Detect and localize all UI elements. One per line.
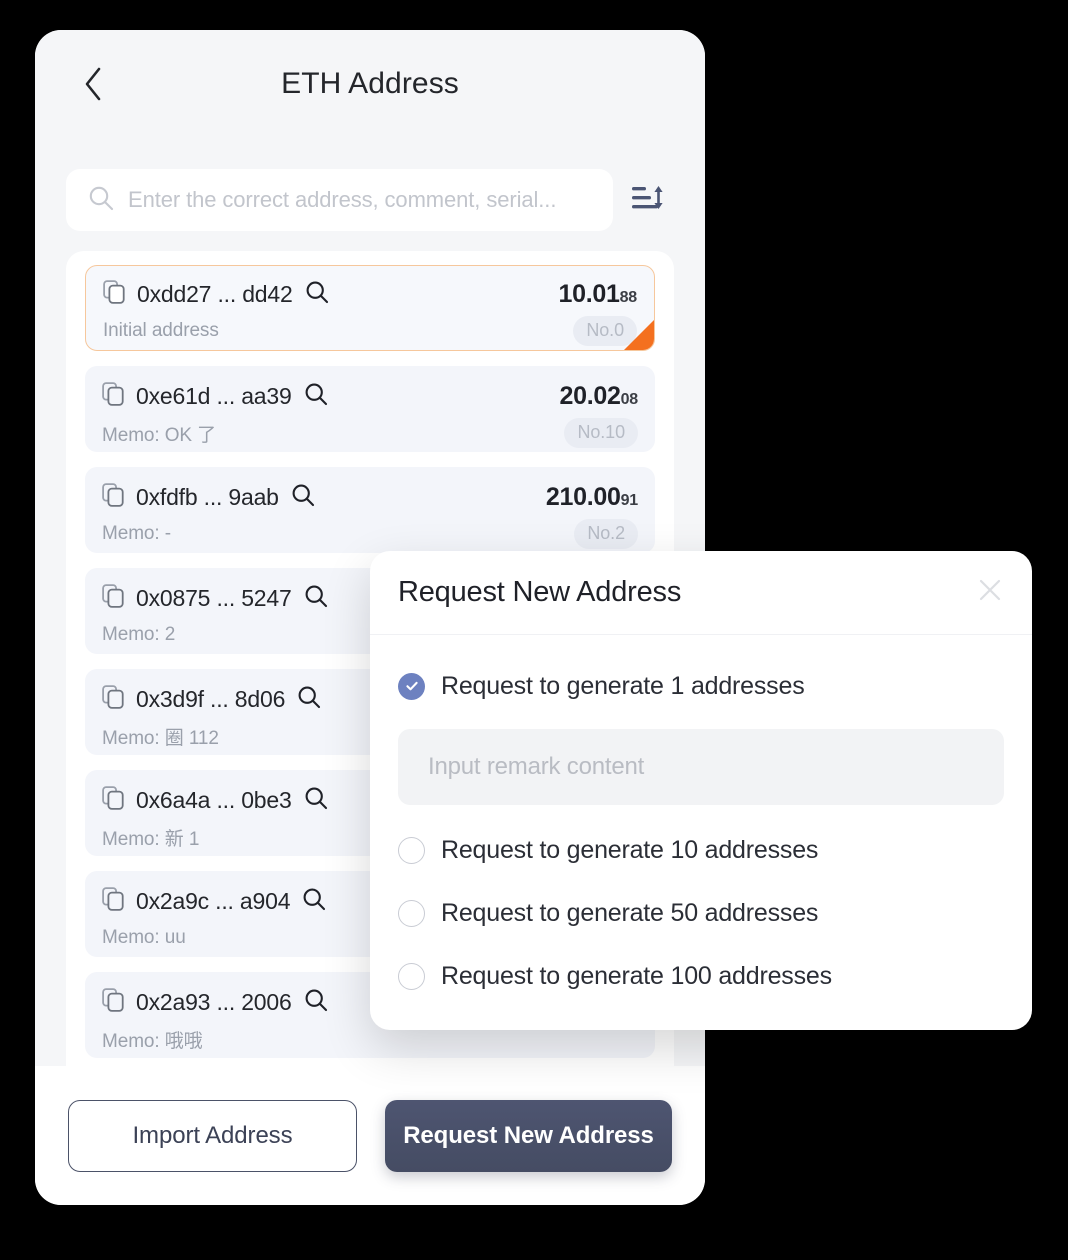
search-icon [88,185,114,216]
address-row-bottom: Initial address No.0 [103,316,637,347]
amount-main: 10.01 [558,279,620,308]
copy-icon[interactable] [102,785,124,815]
memo-text: Memo: 2 [102,624,176,645]
request-new-address-modal: Request New Address Request to generate … [370,551,1032,1030]
copy-icon[interactable] [102,987,124,1017]
app-header: ETH Address [35,30,705,138]
serial-badge: No.10 [564,418,638,448]
option-generate-10[interactable]: Request to generate 10 addresses [398,829,1004,871]
address-text: 0x3d9f ... 8d06 [136,685,286,712]
screenshot-root: ETH Address Enter the correct address, c… [0,0,1068,1260]
import-address-button[interactable]: Import Address [68,1099,357,1172]
amount-main: 210.00 [545,482,621,511]
sort-button[interactable] [623,175,673,225]
search-row [35,169,705,231]
amount-fraction: 91 [620,491,639,509]
modal-title: Request New Address [398,576,682,608]
address-text: 0xdd27 ... dd42 [137,280,293,307]
copy-icon[interactable] [102,684,124,714]
active-corner-flag [622,318,654,350]
address-row[interactable]: 0xe61d ... aa39 20.0208 Memo: OK 了 No.10 [85,366,655,452]
copy-icon[interactable] [102,886,124,916]
search-detail-icon[interactable] [305,280,329,309]
address-text: 0xfdfb ... 9aab [136,483,279,510]
option-generate-1[interactable]: Request to generate 1 addresses [398,665,1004,707]
address-row-top: 0xfdfb ... 9aab 210.0091 [102,480,638,514]
radio-unchecked-icon [398,836,425,864]
search-box[interactable] [66,169,613,231]
radio-checked-icon [398,672,425,700]
sort-icon [631,182,665,219]
amount-main: 20.02 [559,381,621,410]
modal-body: Request to generate 1 addresses Request … [370,635,1032,997]
option-label: Request to generate 10 addresses [441,835,819,864]
memo-text: Memo: 新 1 [102,828,200,850]
address-text: 0x2a93 ... 2006 [136,988,292,1015]
memo-text: Memo: 哦哦 [102,1030,203,1052]
address-row-top: 0xe61d ... aa39 20.0208 [102,379,638,413]
copy-icon[interactable] [103,280,125,309]
modal-header: Request New Address [370,551,1032,635]
close-button[interactable] [970,573,1010,613]
remark-input[interactable] [398,729,1004,805]
search-detail-icon[interactable] [297,685,321,714]
amount-fraction: 08 [620,390,639,408]
amount: 10.0188 [558,279,638,309]
copy-icon[interactable] [102,482,124,512]
amount: 210.0091 [546,483,638,512]
address-row-top: 0xdd27 ... dd42 10.0188 [103,277,637,311]
option-label: Request to generate 1 addresses [441,671,805,700]
memo-text: Memo: uu [102,927,186,948]
address-text: 0x6a4a ... 0be3 [136,786,292,813]
option-generate-50[interactable]: Request to generate 50 addresses [398,892,1004,934]
address-text: 0x2a9c ... a904 [136,887,291,914]
page-title: ETH Address [281,67,459,100]
search-detail-icon[interactable] [291,483,315,512]
amount: 20.0208 [559,381,639,411]
memo-text: Memo: - [102,523,171,544]
address-row[interactable]: 0xfdfb ... 9aab 210.0091 Memo: - No.2 [85,467,655,553]
radio-unchecked-icon [398,899,425,927]
copy-icon[interactable] [102,583,124,613]
memo-text: Memo: OK 了 [102,424,217,446]
amount-fraction: 88 [619,288,638,306]
memo-text: Memo: 圈 112 [102,727,219,749]
option-label: Request to generate 50 addresses [441,898,819,927]
address-text: 0xe61d ... aa39 [136,382,292,409]
radio-unchecked-icon [398,962,425,990]
option-generate-100[interactable]: Request to generate 100 addresses [398,955,1004,997]
option-label: Request to generate 100 addresses [441,961,832,990]
search-input[interactable] [128,187,591,213]
search-detail-icon[interactable] [304,988,328,1017]
address-row-bottom: Memo: - No.2 [102,519,638,549]
serial-badge: No.2 [574,519,638,549]
search-detail-icon[interactable] [304,382,328,411]
copy-icon[interactable] [102,381,124,411]
address-text: 0x0875 ... 5247 [136,584,292,611]
address-row-bottom: Memo: OK 了 No.10 [102,418,638,448]
search-detail-icon[interactable] [304,786,328,815]
memo-text: Initial address [103,320,219,342]
request-new-address-button[interactable]: Request New Address [385,1099,672,1172]
address-row[interactable]: 0xdd27 ... dd42 10.0188 Initial address … [85,265,655,351]
bottom-action-bar: Import Address Request New Address [35,1066,705,1205]
search-detail-icon[interactable] [304,584,328,613]
search-detail-icon[interactable] [302,887,326,916]
close-icon [977,577,1003,608]
